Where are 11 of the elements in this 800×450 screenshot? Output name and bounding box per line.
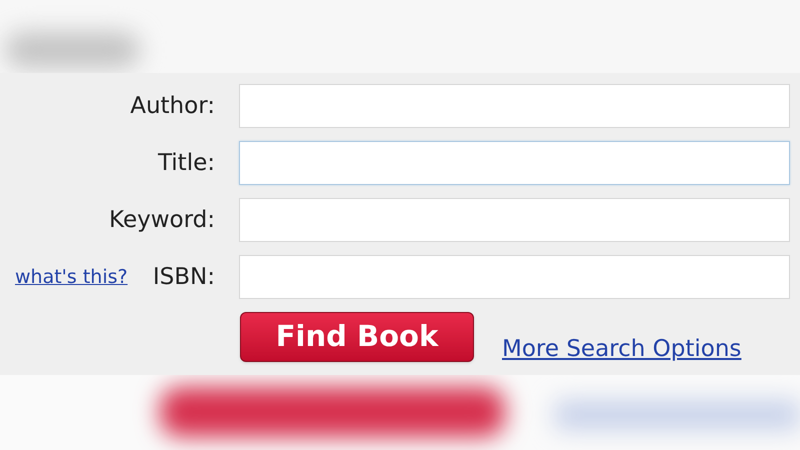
field-label: Keyword: xyxy=(109,206,215,235)
field-label: Title: xyxy=(158,148,215,178)
input-field[interactable] xyxy=(239,141,790,185)
input-field[interactable] xyxy=(239,255,790,299)
field-label: ISBN: xyxy=(152,262,215,292)
input-field[interactable] xyxy=(239,84,790,128)
more-search-options-link[interactable]: More Search Options xyxy=(502,332,742,366)
find-book-button[interactable]: Find Book xyxy=(240,312,474,362)
help-link[interactable]: what's this? xyxy=(15,262,128,292)
input-field[interactable] xyxy=(239,198,790,242)
field-label: Author: xyxy=(130,92,215,121)
